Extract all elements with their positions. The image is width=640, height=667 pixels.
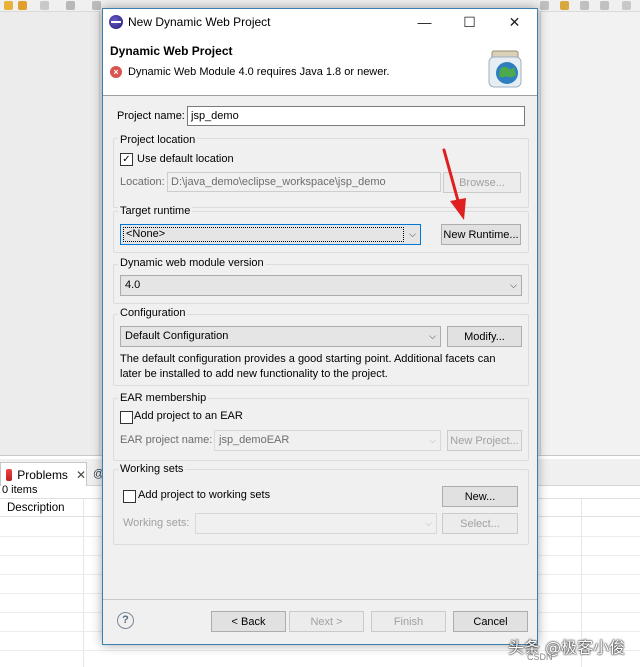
annotation-arrow [442, 148, 466, 220]
watermark-sub: CSDN [527, 652, 553, 662]
watermark: 头条 @极客小俊 [508, 638, 626, 657]
annotation-arrow-head [450, 198, 466, 220]
annotation-arrow-shaft [442, 148, 462, 210]
